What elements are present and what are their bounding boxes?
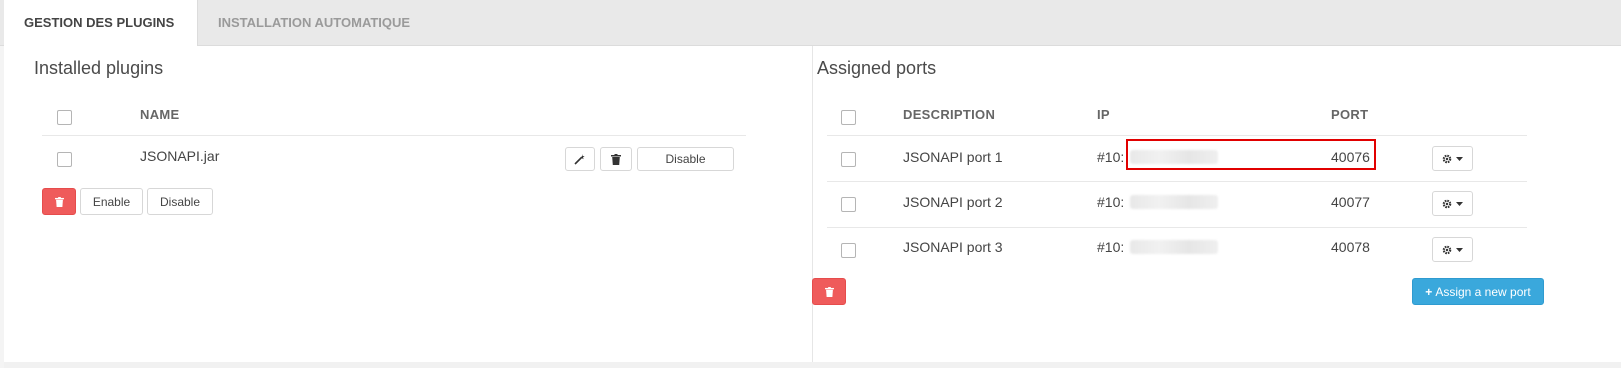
port-column-header: PORT bbox=[1331, 107, 1369, 122]
panel-footer bbox=[4, 362, 1621, 368]
plus-icon: + bbox=[1425, 284, 1433, 299]
caret-down-icon bbox=[1456, 156, 1463, 161]
gear-icon bbox=[1442, 154, 1452, 164]
ip-column-header: IP bbox=[1097, 107, 1110, 122]
port-settings-dropdown[interactable] bbox=[1432, 146, 1473, 171]
ip-prefix: #10: bbox=[1097, 239, 1125, 255]
highlight-box bbox=[1126, 139, 1376, 170]
port-description: JSONAPI port 2 bbox=[903, 194, 1003, 210]
bulk-enable-button[interactable]: Enable bbox=[80, 188, 143, 215]
disable-plugin-button[interactable]: Disable bbox=[637, 147, 734, 171]
bulk-disable-button[interactable]: Disable bbox=[147, 188, 213, 215]
port-row-checkbox[interactable] bbox=[841, 152, 856, 167]
tab-gestion-des-plugins[interactable]: GESTION DES PLUGINS bbox=[4, 0, 198, 46]
description-column-header: DESCRIPTION bbox=[903, 107, 996, 122]
plugin-row-checkbox[interactable] bbox=[57, 152, 72, 167]
redacted-ip bbox=[1130, 195, 1218, 209]
assign-new-port-button[interactable]: + Assign a new port bbox=[1412, 278, 1544, 305]
port-number: 40077 bbox=[1331, 194, 1370, 210]
caret-down-icon bbox=[1456, 201, 1463, 206]
name-column-header: NAME bbox=[140, 107, 180, 122]
select-all-ports-checkbox[interactable] bbox=[841, 110, 856, 125]
gear-icon bbox=[1442, 199, 1452, 209]
plugin-name: JSONAPI.jar bbox=[140, 148, 220, 164]
edit-plugin-button[interactable] bbox=[565, 147, 595, 171]
installed-plugins-title: Installed plugins bbox=[34, 58, 164, 78]
port-settings-dropdown[interactable] bbox=[1432, 237, 1473, 262]
ip-prefix: #10: bbox=[1097, 194, 1125, 210]
installed-plugins-panel: Installed plugins NAME JSONAPI.jar Disab… bbox=[4, 46, 813, 366]
gear-icon bbox=[1442, 245, 1452, 255]
tab-installation-automatique[interactable]: INSTALLATION AUTOMATIQUE bbox=[198, 0, 430, 45]
divider bbox=[42, 135, 746, 136]
magic-wand-icon bbox=[574, 153, 586, 165]
select-all-plugins-checkbox[interactable] bbox=[57, 110, 72, 125]
divider bbox=[827, 181, 1527, 182]
assigned-ports-title: Assigned ports bbox=[817, 58, 937, 78]
divider bbox=[827, 135, 1527, 136]
delete-plugin-button[interactable] bbox=[600, 147, 632, 171]
port-number: 40078 bbox=[1331, 239, 1370, 255]
caret-down-icon bbox=[1456, 247, 1463, 252]
assigned-ports-panel: Assigned ports DESCRIPTION IP PORT JSONA… bbox=[812, 46, 1621, 366]
trash-icon bbox=[611, 153, 621, 165]
redacted-ip bbox=[1130, 240, 1218, 254]
divider bbox=[827, 227, 1527, 228]
ip-prefix: #10: bbox=[1097, 149, 1125, 165]
trash-icon bbox=[54, 196, 64, 207]
trash-icon bbox=[824, 286, 834, 297]
port-description: JSONAPI port 3 bbox=[903, 239, 1003, 255]
tab-bar: GESTION DES PLUGINS INSTALLATION AUTOMAT… bbox=[0, 0, 1621, 46]
port-row-checkbox[interactable] bbox=[841, 197, 856, 212]
port-settings-dropdown[interactable] bbox=[1432, 191, 1473, 216]
bulk-delete-plugins-button[interactable] bbox=[42, 188, 76, 215]
port-row-checkbox[interactable] bbox=[841, 243, 856, 258]
bulk-delete-ports-button[interactable] bbox=[812, 278, 846, 305]
assign-new-port-label: Assign a new port bbox=[1435, 284, 1531, 299]
port-description: JSONAPI port 1 bbox=[903, 149, 1003, 165]
